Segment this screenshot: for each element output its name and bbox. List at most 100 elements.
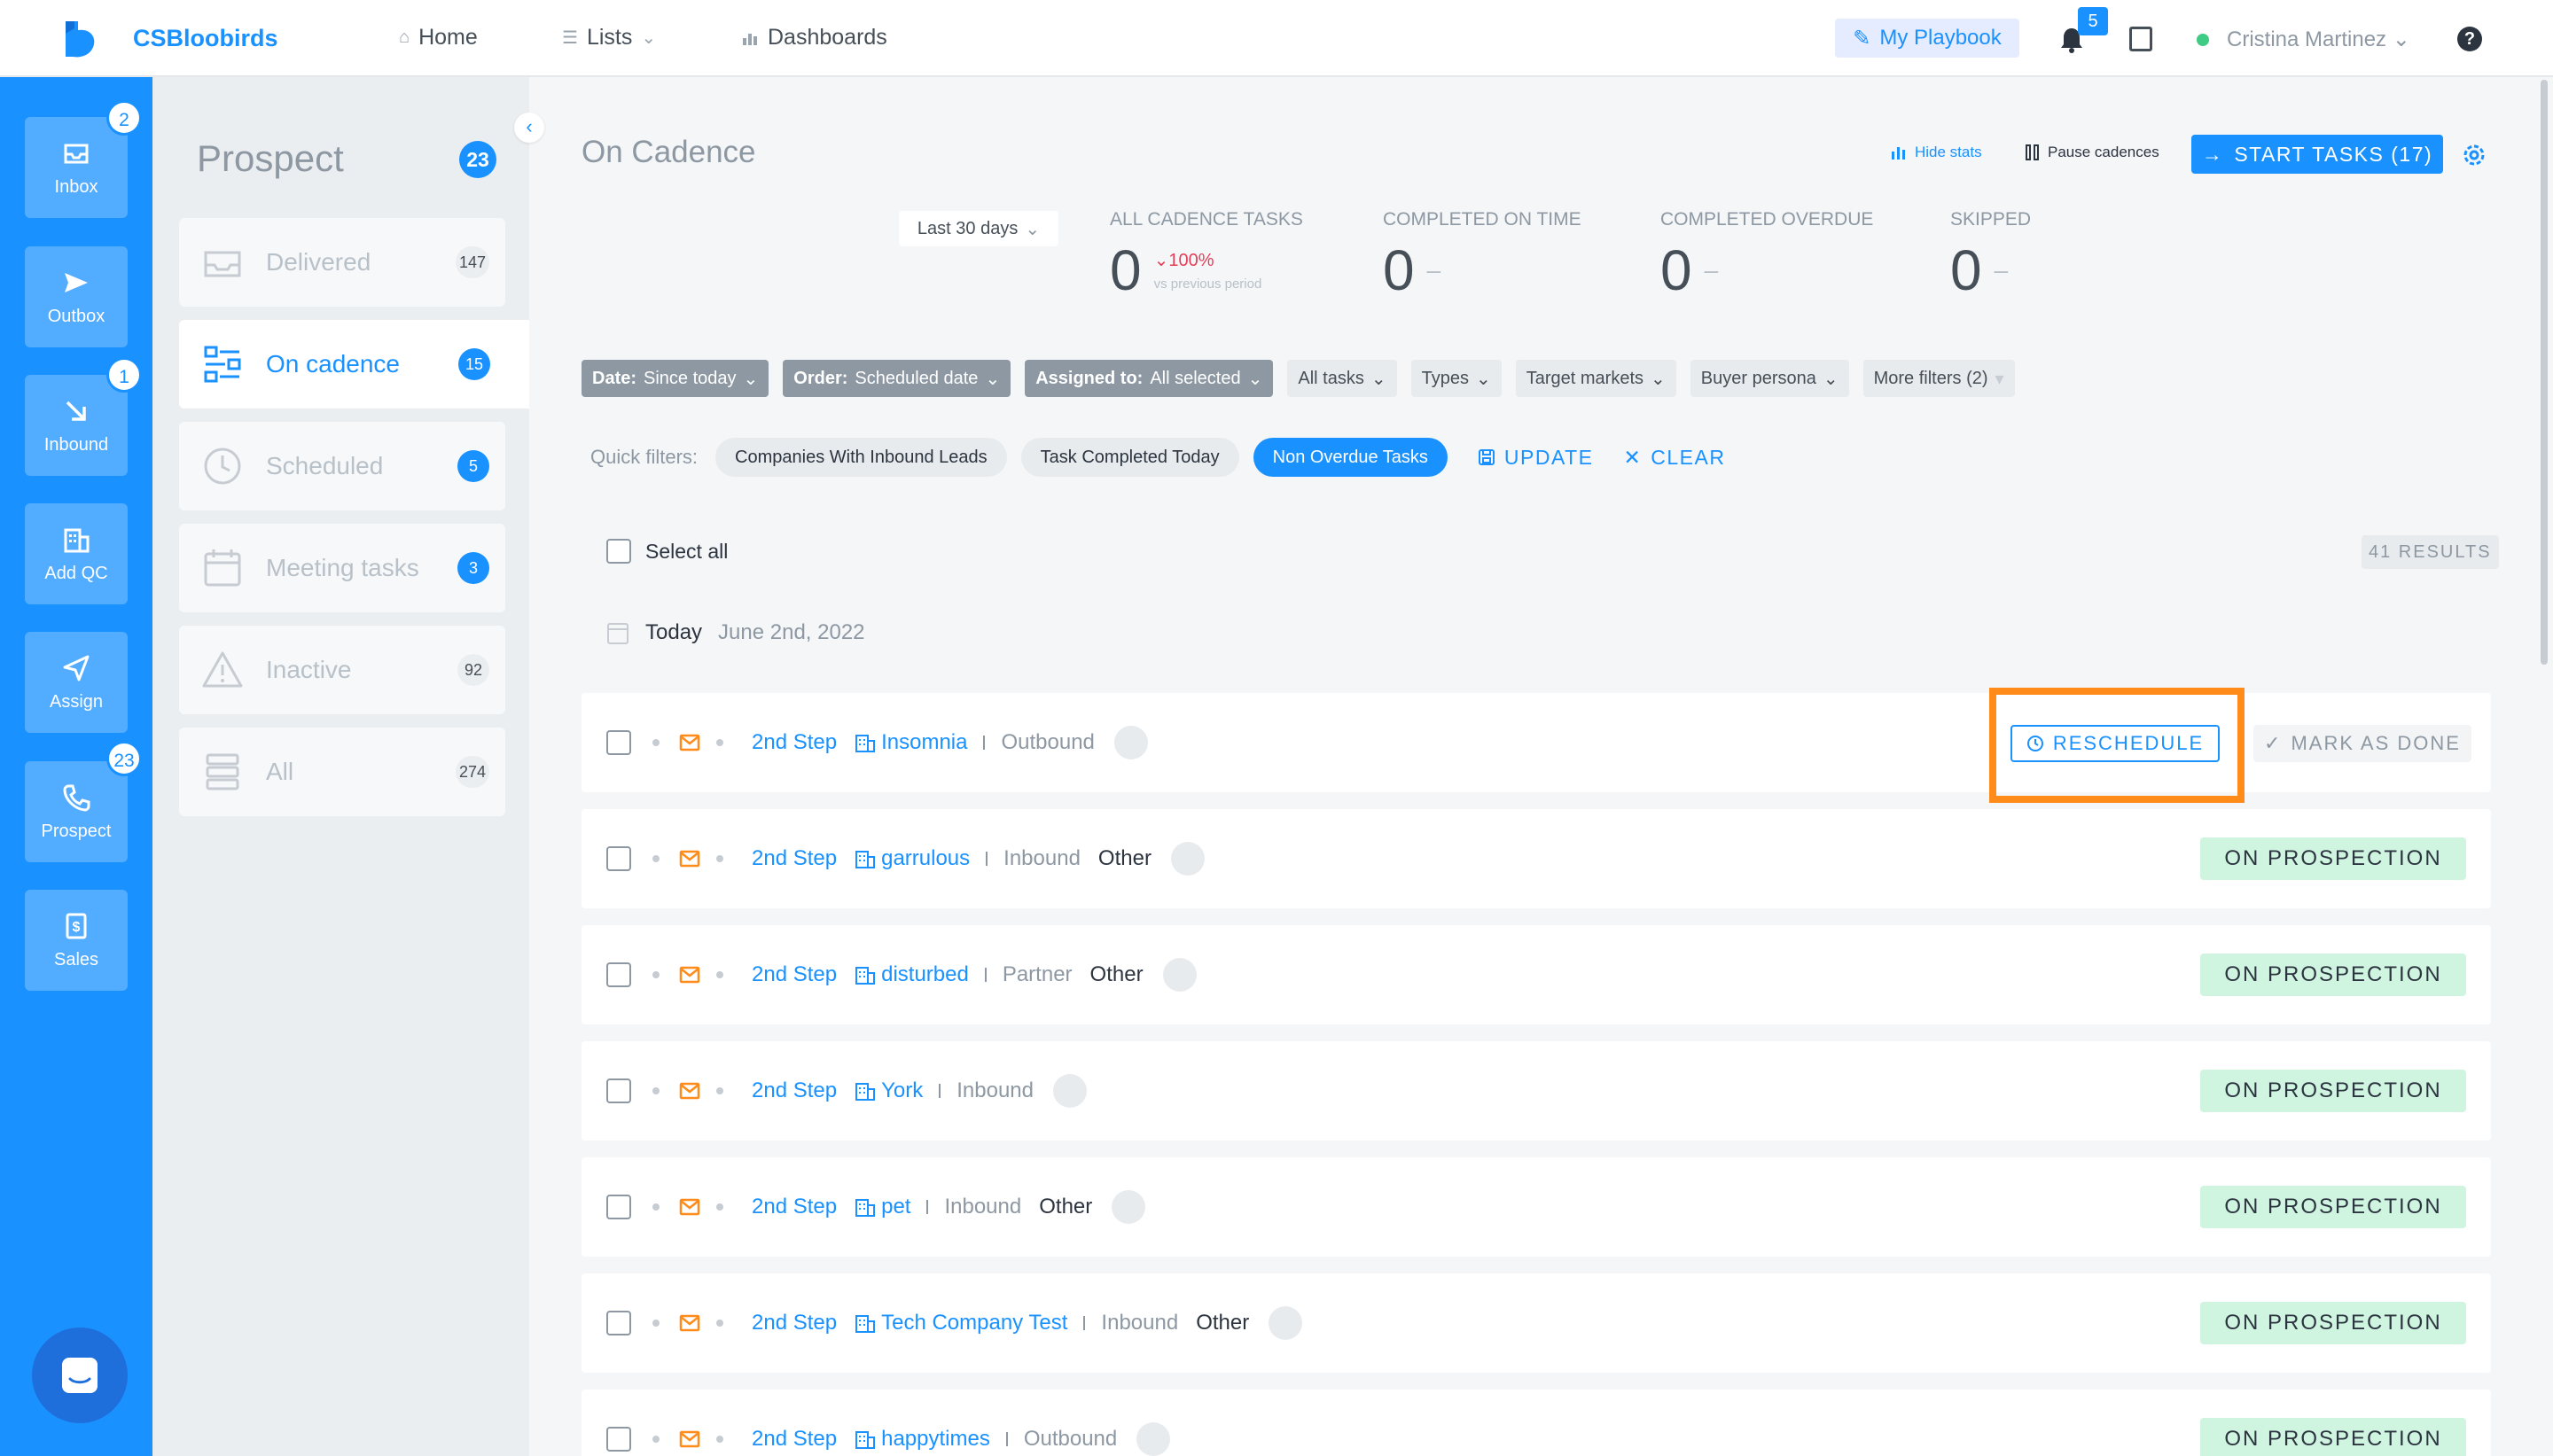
company-link[interactable]: Tech Company Test (881, 1311, 1067, 1335)
company-link[interactable]: disturbed (881, 962, 969, 987)
task-segment: Other (1089, 962, 1144, 986)
calendar-icon (607, 623, 628, 644)
subnav-item-meeting-tasks[interactable]: Meeting tasks 3 (179, 524, 505, 612)
nav-home[interactable]: ⌂ Home (399, 25, 478, 51)
bullet (652, 971, 660, 978)
quick-filter-chip[interactable]: Task Completed Today (1020, 438, 1239, 477)
row-checkbox[interactable] (606, 1078, 631, 1103)
status-badge: ON PROSPECTION (2200, 1070, 2466, 1112)
calendar-icon[interactable] (2129, 27, 2152, 51)
my-playbook-button[interactable]: ✎ My Playbook (1835, 19, 2019, 58)
subnav-item-scheduled[interactable]: Scheduled 5 (179, 422, 505, 510)
task-step[interactable]: 2nd Step (752, 1078, 837, 1103)
chat-launcher[interactable] (32, 1328, 128, 1423)
task-source: Inbound (944, 1195, 1022, 1219)
nav-lists[interactable]: ☰ Lists ⌄ (562, 25, 656, 51)
arrow-down-icon: ⌄ (1153, 251, 1169, 270)
left-rail: Inbox 2 Outbox Inbound 1 Add QC Assign P… (0, 77, 152, 1456)
filter-buyer-persona[interactable]: Buyer persona ⌄ (1690, 360, 1849, 397)
subnav-item-on-cadence[interactable]: On cadence 15 (179, 320, 529, 409)
quick-filter-chip[interactable]: Companies With Inbound Leads (715, 438, 1007, 477)
quick-filters: Quick filters: Companies With Inbound Le… (590, 438, 1725, 477)
subnav-item-label: On cadence (266, 350, 400, 378)
rail-outbox[interactable]: Outbox (25, 246, 128, 347)
stat-delta: ⌄100% vs previous period (1154, 249, 1262, 292)
select-all-checkbox[interactable] (606, 539, 631, 564)
separator (1083, 1316, 1086, 1330)
filter-order[interactable]: Order: Scheduled date ⌄ (783, 360, 1011, 397)
task-row[interactable]: 2nd Step Tech Company Test Inbound Other… (582, 1273, 2491, 1373)
subnav-item-delivered[interactable]: Delivered 147 (179, 218, 505, 307)
avatar (1162, 958, 1197, 992)
task-step[interactable]: 2nd Step (752, 846, 837, 871)
select-all[interactable]: Select all (606, 539, 728, 564)
company-link[interactable]: York (881, 1078, 923, 1103)
company-link[interactable]: Insomnia (881, 730, 967, 755)
pause-cadences-button[interactable]: Pause cadences (2025, 144, 2159, 161)
task-step[interactable]: 2nd Step (752, 962, 837, 987)
task-row[interactable]: 2nd Step York Inbound ON PROSPECTION (582, 1041, 2491, 1141)
user-menu[interactable]: Cristina Martinez ⌄ (2227, 27, 2410, 52)
row-checkbox[interactable] (606, 962, 631, 987)
inbox-badge: 2 (106, 100, 142, 136)
inbox-icon (64, 144, 89, 163)
rail-inbox[interactable]: Inbox (25, 117, 128, 218)
filter-target-markets[interactable]: Target markets ⌄ (1515, 360, 1676, 397)
reschedule-button[interactable]: RESCHEDULE (2010, 725, 2220, 762)
subnav-item-inactive[interactable]: Inactive 92 (179, 626, 505, 714)
task-step[interactable]: 2nd Step (752, 1311, 837, 1335)
quick-filter-chip-active[interactable]: Non Overdue Tasks (1253, 438, 1448, 477)
subnav-item-count: 15 (458, 348, 490, 380)
brand-name[interactable]: CSBloobirds (133, 25, 278, 52)
rail-inbound[interactable]: Inbound (25, 375, 128, 476)
filter-assigned[interactable]: Assigned to: All selected ⌄ (1025, 360, 1274, 397)
vertical-scrollbar[interactable] (2541, 80, 2548, 665)
company-link[interactable]: garrulous (881, 846, 970, 871)
filter-more-label: More filters (2) (1873, 368, 1988, 388)
company-link[interactable]: pet (881, 1195, 910, 1219)
row-checkbox[interactable] (606, 1195, 631, 1219)
row-checkbox[interactable] (606, 846, 631, 871)
nav-dashboards[interactable]: Dashboards (741, 25, 887, 51)
subnav-item-all[interactable]: All 274 (179, 728, 505, 816)
mail-icon (679, 1430, 700, 1448)
stat-label: ALL CADENCE TASKS (1110, 209, 1303, 230)
filter-more[interactable]: More filters (2) ▾ (1862, 360, 2015, 397)
help-icon[interactable]: ? (2457, 27, 2482, 51)
task-row[interactable]: 2nd Step disturbed Partner Other ON PROS… (582, 925, 2491, 1024)
clear-button[interactable]: ✕ CLEAR (1624, 446, 1726, 470)
bloobirds-logo[interactable] (62, 19, 98, 58)
gear-icon[interactable] (2461, 142, 2487, 168)
task-segment: Other (1196, 1311, 1250, 1335)
period-dropdown[interactable]: Last 30 days ⌄ (899, 211, 1058, 246)
row-checkbox[interactable] (606, 730, 631, 755)
task-step[interactable]: 2nd Step (752, 1427, 837, 1452)
task-step[interactable]: 2nd Step (752, 730, 837, 755)
row-checkbox[interactable] (606, 1311, 631, 1335)
task-row[interactable]: 2nd Step happytimes Outbound ON PROSPECT… (582, 1390, 2491, 1456)
start-tasks-button[interactable]: → START TASKS (17) (2191, 135, 2443, 174)
filter-types[interactable]: Types ⌄ (1410, 360, 1502, 397)
bullet (716, 739, 723, 746)
task-row[interactable]: 2nd Step Insomnia Outbound RESCHEDULE ✓ … (582, 688, 2491, 803)
close-icon: ✕ (1623, 445, 1643, 469)
task-step[interactable]: 2nd Step (752, 1195, 837, 1219)
filter-date[interactable]: Date: Since today ⌄ (582, 360, 769, 397)
subnav-item-label: Delivered (266, 248, 371, 276)
rail-add-qc[interactable]: Add QC (25, 503, 128, 604)
mark-as-done-button[interactable]: ✓ MARK AS DONE (2253, 725, 2471, 762)
collapse-chevron-icon[interactable]: ‹ (514, 113, 544, 143)
rail-sales[interactable]: $ Sales (25, 890, 128, 991)
task-row[interactable]: 2nd Step garrulous Inbound Other ON PROS… (582, 809, 2491, 908)
update-button[interactable]: UPDATE (1478, 446, 1594, 470)
row-checkbox[interactable] (606, 1427, 631, 1452)
inbound-badge: 1 (106, 357, 142, 393)
filter-all-tasks[interactable]: All tasks ⌄ (1287, 360, 1397, 397)
chevron-down-icon: ⌄ (2392, 27, 2410, 51)
company-link[interactable]: happytimes (881, 1427, 990, 1452)
company-icon (855, 1315, 876, 1333)
rail-prospect[interactable]: Prospect (25, 761, 128, 862)
hide-stats-button[interactable]: Hide stats (1890, 144, 1982, 161)
task-row[interactable]: 2nd Step pet Inbound Other ON PROSPECTIO… (582, 1157, 2491, 1257)
rail-assign[interactable]: Assign (25, 632, 128, 733)
